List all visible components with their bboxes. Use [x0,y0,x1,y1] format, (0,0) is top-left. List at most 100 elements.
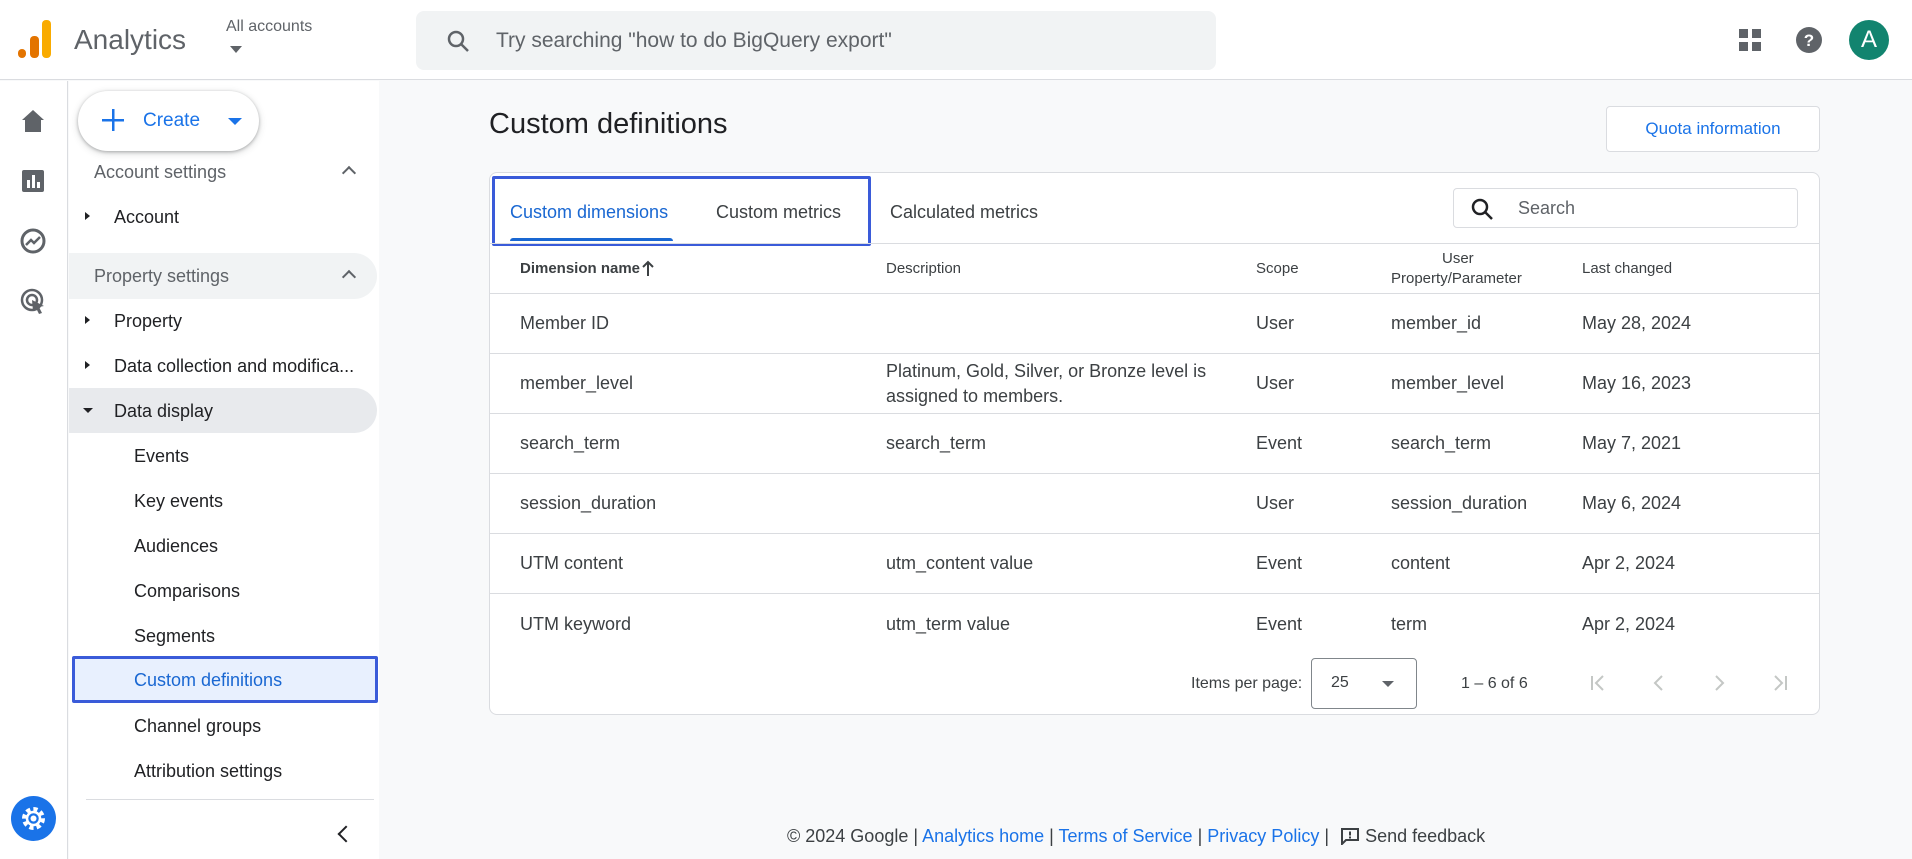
column-header-dimension-name[interactable]: Dimension name [520,260,640,277]
next-page-icon[interactable] [1708,672,1730,694]
separator: | [1049,826,1054,846]
search-placeholder: Try searching "how to do BigQuery export… [496,29,892,52]
cell-scope: Event [1256,614,1303,634]
tab-calculated-metrics[interactable]: Calculated metrics [890,202,1038,223]
chevron-down-icon[interactable] [230,46,242,53]
divider [490,473,1819,474]
account-settings-header[interactable]: Account settings [94,162,226,183]
expand-arrow-icon[interactable] [85,316,90,324]
cell-name[interactable]: search_term [520,431,620,456]
sidebar-item-custom-definitions[interactable]: Custom definitions [72,656,378,703]
separator: | [1324,826,1330,846]
tab-custom-dimensions[interactable]: Custom dimensions [510,202,668,223]
collapse-arrow-icon[interactable] [83,408,93,413]
expand-arrow-icon[interactable] [85,361,90,369]
last-page-icon[interactable] [1768,672,1790,694]
create-button[interactable]: Create [78,91,259,151]
cell-last-changed: Apr 2, 2024 [1582,553,1676,573]
cell-name[interactable]: session_duration [520,491,656,516]
column-header-last-changed: Last changed [1582,260,1673,277]
cell-description-line1: Platinum, Gold, Silver, or Bronze level … [886,361,1207,381]
sidebar-item-account[interactable]: Account [114,207,179,228]
send-feedback-link[interactable]: Send feedback [1365,826,1485,846]
analytics-home-link[interactable]: Analytics home [922,826,1044,846]
chevron-down-icon [228,118,242,125]
sidebar-item-events[interactable]: Events [134,446,189,467]
cell-scope: Event [1256,433,1303,453]
sort-arrow-up-icon[interactable] [641,259,655,277]
global-search[interactable]: Try searching "how to do BigQuery export… [416,11,1216,70]
cell-parameter: search_term [1391,433,1492,453]
apps-grid-icon[interactable] [1738,28,1762,52]
table-search-input[interactable]: Search [1453,188,1798,228]
quota-information-button[interactable]: Quota information [1606,106,1820,152]
left-rail [0,81,68,859]
analytics-logo[interactable] [18,20,52,58]
search-placeholder: Search [1518,198,1576,218]
sidebar-item-segments[interactable]: Segments [134,626,215,647]
sidebar-item-data-display[interactable]: Data display [114,401,213,422]
cell-name[interactable]: Member ID [520,311,609,336]
separator: | [1197,826,1203,846]
cell-parameter: session_duration [1391,493,1528,513]
reports-icon[interactable] [20,168,46,194]
plus-icon [102,109,124,131]
search-icon [447,30,469,52]
sidebar-item-property[interactable]: Property [114,311,182,332]
cell-parameter: content [1391,553,1451,573]
help-icon[interactable]: ? [1796,27,1822,53]
divider [490,533,1819,534]
admin-sidebar [69,81,379,859]
cell-description: utm_content value [886,553,1034,573]
avatar[interactable]: A [1849,20,1889,60]
items-per-page-select[interactable]: 25 [1311,658,1417,709]
sidebar-item-data-collection[interactable]: Data collection and modifica... [114,356,354,377]
sidebar-item-key-events[interactable]: Key events [134,491,223,512]
cell-scope: User [1256,313,1295,333]
cell-name[interactable]: UTM keyword [520,612,631,637]
pagination-range: 1 – 6 of 6 [1461,675,1528,692]
cell-name[interactable]: member_level [520,371,633,396]
feedback-icon[interactable] [1340,827,1360,847]
tab-custom-metrics[interactable]: Custom metrics [716,202,841,223]
sidebar-item-label: Custom definitions [134,670,283,690]
divider [490,243,1819,244]
items-per-page-label: Items per page: [1191,675,1303,692]
admin-gear-icon[interactable] [11,796,56,841]
cell-description: search_term [886,433,987,453]
cell-parameter: member_level [1391,373,1505,393]
sidebar-item-comparisons[interactable]: Comparisons [134,581,240,602]
cell-scope: User [1256,493,1295,513]
explore-icon[interactable] [20,228,46,254]
cell-parameter: term [1391,614,1427,634]
cell-last-changed: Apr 2, 2024 [1582,614,1676,634]
terms-link[interactable]: Terms of Service [1059,826,1193,846]
app-name: Analytics [74,24,187,55]
account-picker-label[interactable]: All accounts [226,18,312,36]
chevron-down-icon [1382,681,1394,687]
privacy-link[interactable]: Privacy Policy [1207,826,1319,846]
sidebar-item-attribution-settings[interactable]: Attribution settings [134,761,282,782]
cell-description: utm_term value [886,614,1011,634]
column-header-description: Description [886,260,962,277]
divider [490,353,1819,354]
property-settings-header[interactable]: Property settings [94,266,229,287]
cell-last-changed: May 6, 2024 [1582,493,1682,513]
cell-scope: Event [1256,553,1303,573]
active-tab-indicator [510,238,673,241]
first-page-icon[interactable] [1588,672,1610,694]
prev-page-icon[interactable] [1648,672,1670,694]
column-header-scope: Scope [1256,260,1299,277]
expand-arrow-icon[interactable] [85,212,90,220]
page-title: Custom definitions [489,108,728,140]
cell-last-changed: May 7, 2021 [1582,433,1682,453]
home-icon[interactable] [20,108,46,134]
sidebar-item-audiences[interactable]: Audiences [134,536,218,557]
create-label: Create [143,110,201,131]
column-header-user-property-line2: Property/Parameter [1391,270,1522,287]
sidebar-item-channel-groups[interactable]: Channel groups [134,716,261,737]
advertising-icon[interactable] [20,288,46,314]
separator: | [913,826,919,846]
divider [490,593,1819,594]
cell-name[interactable]: UTM content [520,551,623,576]
